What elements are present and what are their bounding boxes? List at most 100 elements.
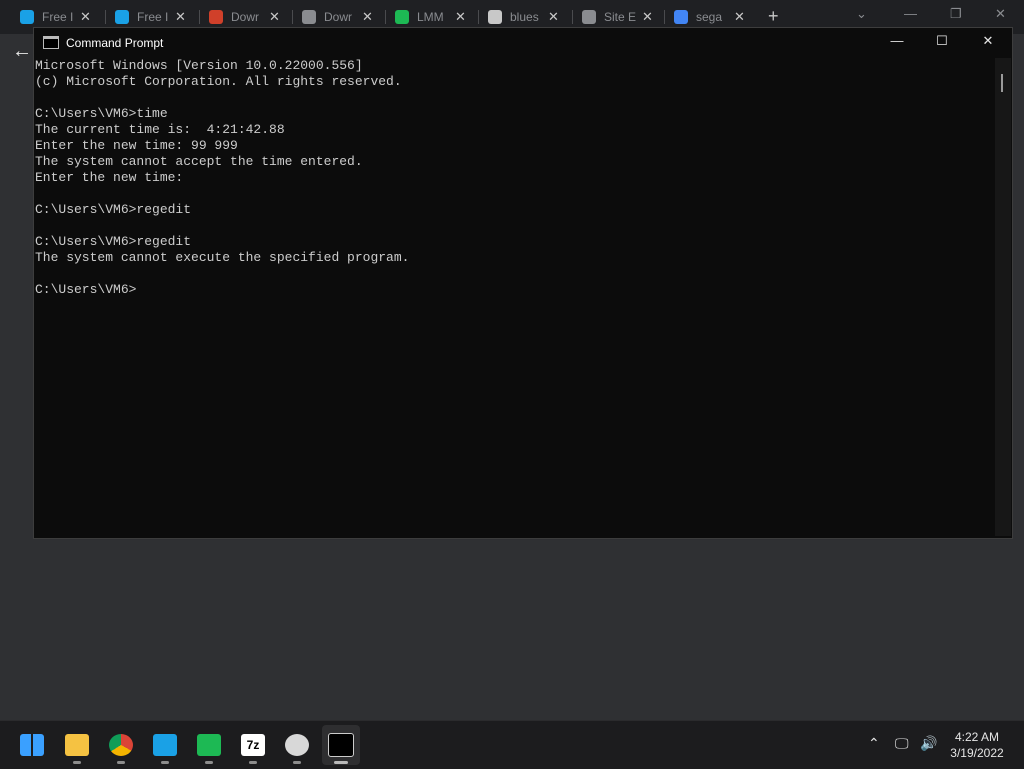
tab-label: Dowr — [231, 10, 260, 24]
site-icon-blue — [115, 10, 129, 24]
chrome-icon — [109, 734, 133, 756]
tab-close-icon[interactable]: ✕ — [80, 9, 91, 25]
volume-icon[interactable]: 🔊 — [920, 735, 937, 752]
tab-separator — [478, 10, 479, 24]
vertical-scrollbar[interactable] — [995, 58, 1011, 536]
console-line: C:\Users\VM6>time — [35, 106, 168, 121]
tab-separator — [105, 10, 106, 24]
7zip-icon: 7z — [241, 734, 265, 756]
tab-label: sega — [696, 10, 723, 24]
chrome-button[interactable] — [108, 733, 134, 757]
folder-icon — [65, 734, 89, 756]
console-line: C:\Users\VM6>regedit — [35, 234, 192, 249]
console-line: Enter the new time: 99 999 — [35, 138, 238, 153]
headphones-icon — [395, 10, 409, 24]
file-explorer-button[interactable] — [64, 733, 90, 757]
network-icon[interactable]: 🖵 — [895, 735, 909, 752]
terminal-icon — [328, 733, 354, 757]
tab-separator — [199, 10, 200, 24]
running-indicator — [334, 761, 348, 764]
tab-separator — [664, 10, 665, 24]
new-tab-button[interactable]: + — [768, 6, 779, 27]
browser-tab[interactable]: blues ✕ — [488, 6, 559, 28]
windows-logo-icon — [20, 734, 44, 756]
tab-close-icon[interactable]: ✕ — [548, 9, 559, 25]
tab-close-icon[interactable]: ✕ — [734, 9, 745, 25]
tab-label: LMM — [417, 10, 444, 24]
browser-tab[interactable]: Dowr ✕ — [302, 6, 373, 28]
tab-close-icon[interactable]: ✕ — [362, 9, 373, 25]
tab-label: Dowr — [324, 10, 353, 24]
back-arrow-icon[interactable]: ← — [12, 40, 32, 63]
window-title: Command Prompt — [66, 35, 164, 50]
browser-minimize-icon[interactable]: — — [904, 6, 917, 21]
running-indicator — [73, 761, 81, 764]
tab-separator — [572, 10, 573, 24]
command-prompt-window[interactable]: Command Prompt — ☐ ✕ Microsoft Windows [… — [33, 27, 1013, 539]
lmms-button[interactable] — [196, 733, 222, 757]
console-line: The current time is: 4:21:42.88 — [35, 122, 285, 137]
x-logo-icon — [209, 10, 223, 24]
minimize-button[interactable]: — — [882, 33, 912, 48]
close-button[interactable]: ✕ — [973, 33, 1003, 49]
browser-restore-icon[interactable]: ❐ — [950, 6, 962, 22]
sad-face-icon — [488, 10, 502, 24]
headphones-icon — [197, 734, 221, 756]
tab-label: Site E — [604, 10, 637, 24]
tab-separator — [385, 10, 386, 24]
console-line: The system cannot accept the time entere… — [35, 154, 363, 169]
cmd-app-icon — [43, 36, 59, 49]
clock-app-icon — [285, 734, 309, 756]
start-button-button[interactable] — [19, 733, 45, 757]
console-line: The system cannot execute the specified … — [35, 250, 410, 265]
console-line: Enter the new time: — [35, 170, 184, 185]
tab-label: Free I — [137, 10, 169, 24]
console-line: (c) Microsoft Corporation. All rights re… — [35, 74, 402, 89]
system-clock[interactable]: 4:22 AM 3/19/2022 — [938, 729, 1016, 761]
app-blue-button[interactable] — [152, 733, 178, 757]
console-line: C:\Users\VM6> — [35, 282, 137, 297]
scrollbar-thumb[interactable] — [1001, 74, 1003, 92]
running-indicator — [205, 761, 213, 764]
browser-tab[interactable]: Free I ✕ — [20, 6, 91, 28]
running-indicator — [161, 761, 169, 764]
tab-search-icon[interactable]: ⌄ — [856, 6, 867, 22]
console-line: Microsoft Windows [Version 10.0.22000.55… — [35, 58, 363, 73]
show-hidden-icons-chevron-icon[interactable]: ⌃ — [868, 735, 880, 752]
7zip-button[interactable]: 7z — [240, 733, 266, 757]
clock-app-button[interactable] — [284, 733, 310, 757]
tab-label: Free I — [42, 10, 74, 24]
clock-date: 3/19/2022 — [950, 746, 1004, 760]
maximize-button[interactable]: ☐ — [927, 33, 957, 49]
tab-label: blues — [510, 10, 539, 24]
taskbar: 7z ⌃ 🖵 🔊 4:22 AM 3/19/2022 — [0, 720, 1024, 769]
running-indicator — [117, 761, 125, 764]
command-prompt-button[interactable] — [328, 733, 354, 757]
tab-close-icon[interactable]: ✕ — [269, 9, 280, 25]
browser-tab[interactable]: Site E ✕ — [582, 6, 653, 28]
clock-time: 4:22 AM — [954, 730, 1000, 744]
running-indicator — [293, 761, 301, 764]
console-line: C:\Users\VM6>regedit — [35, 202, 192, 217]
title-bar[interactable]: Command Prompt — ☐ ✕ — [34, 28, 1012, 57]
browser-tab[interactable]: Free I ✕ — [115, 6, 186, 28]
browser-tab[interactable]: Dowr ✕ — [209, 6, 280, 28]
browser-tab[interactable]: LMM ✕ — [395, 6, 466, 28]
tab-separator — [292, 10, 293, 24]
tab-close-icon[interactable]: ✕ — [455, 9, 466, 25]
site-icon-blue — [153, 734, 177, 756]
browser-tab[interactable]: sega ✕ — [674, 6, 745, 28]
console-output[interactable]: Microsoft Windows [Version 10.0.22000.55… — [35, 58, 990, 533]
running-indicator — [249, 761, 257, 764]
browser-close-icon[interactable]: ✕ — [995, 6, 1006, 22]
globe-icon — [582, 10, 596, 24]
tab-close-icon[interactable]: ✕ — [175, 9, 186, 25]
google-icon — [674, 10, 688, 24]
site-icon-blue — [20, 10, 34, 24]
globe-icon — [302, 10, 316, 24]
tab-close-icon[interactable]: ✕ — [642, 9, 653, 25]
